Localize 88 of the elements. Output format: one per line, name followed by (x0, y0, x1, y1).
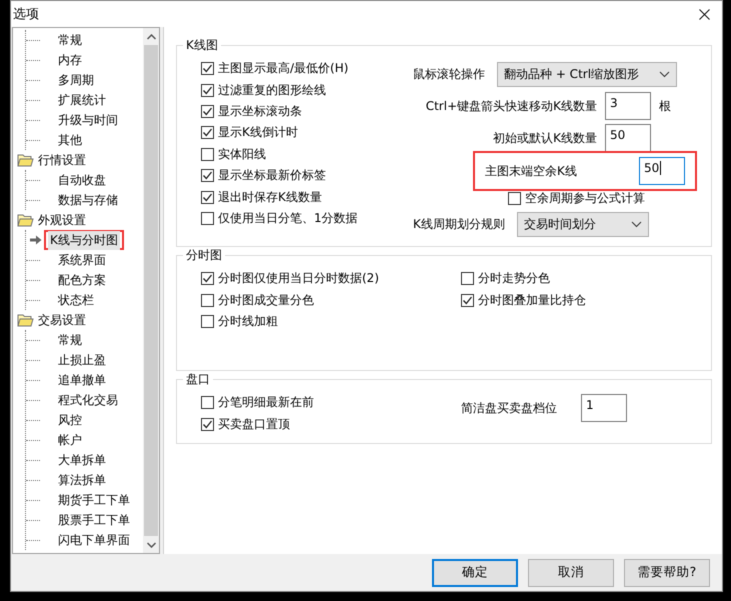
checkbox-label[interactable]: 实体阳线 (218, 146, 266, 163)
checkbox-label[interactable]: 显示坐标最新价标签 (218, 167, 326, 184)
setting-label: 鼠标滚轮操作 (413, 66, 485, 82)
checkbox-label[interactable]: 空余周期参与公式计算 (525, 190, 645, 206)
checkbox-label[interactable]: 显示K线倒计时 (218, 124, 298, 142)
tree-item[interactable]: 期货手工下单 (56, 490, 132, 510)
checkbox-label[interactable]: 过滤重复的图形绘线 (218, 82, 326, 99)
input-field[interactable]: 3 (605, 92, 651, 120)
tree-group[interactable]: 交易设置 (38, 312, 86, 328)
checkbox[interactable] (201, 418, 214, 431)
checkbox[interactable] (201, 169, 214, 182)
tree-item[interactable]: 升级与时间 (56, 110, 120, 130)
checkbox[interactable] (201, 126, 214, 140)
checkbox[interactable] (201, 104, 214, 118)
checkbox-label[interactable]: 分时图成交量分色 (218, 292, 314, 309)
checkbox[interactable] (201, 148, 214, 161)
tree-item[interactable]: 闪电下单界面 (56, 530, 132, 550)
folder-icon (17, 213, 34, 227)
checkbox-label[interactable]: 退出时保存K线数量 (218, 188, 322, 206)
chevron-down-icon (146, 542, 156, 548)
tree-item[interactable]: 内存 (56, 50, 84, 70)
tree-item[interactable]: K线与分时图 (48, 230, 120, 250)
group-title: 盘口 (183, 372, 213, 388)
tree-group[interactable]: 行情设置 (38, 152, 86, 168)
dialog-button[interactable]: 需要帮助? (624, 558, 710, 586)
checkbox[interactable] (461, 272, 474, 286)
dialog-button[interactable]: 取消 (528, 558, 614, 586)
group-title: K线图 (183, 38, 221, 53)
tree-item[interactable]: 追单撤单 (56, 370, 108, 390)
setting-label: 主图末端空余K线 (485, 162, 577, 180)
chevron-down-icon (659, 70, 670, 78)
tree-item[interactable]: 帐户 (56, 430, 84, 450)
input-field[interactable]: 1 (581, 394, 627, 422)
checkbox-label[interactable]: 主图显示最高/最低价(H) (218, 60, 348, 78)
unit-label: 根 (659, 98, 672, 114)
tree-item[interactable]: 配色方案 (56, 270, 108, 290)
tree-item[interactable]: 扩展统计 (56, 90, 108, 110)
dropdown[interactable]: 交易时间划分 (516, 212, 649, 236)
arrow-icon (30, 235, 42, 245)
setting-label: 简洁盘买卖盘档位 (461, 400, 557, 417)
tree-item[interactable]: 其他 (56, 130, 84, 150)
tree-item[interactable]: 程式化交易 (56, 390, 120, 410)
setting-label: Ctrl+键盘箭头快速移动K线数量 (426, 98, 597, 114)
tree-item[interactable]: 股票手工下单 (56, 510, 132, 530)
checkbox[interactable] (201, 314, 214, 328)
tree-item[interactable]: 自动收盘 (56, 170, 108, 190)
checkbox-label[interactable]: 分笔明细最新在前 (218, 394, 314, 412)
input-field[interactable]: 50 (605, 124, 651, 152)
tree-item[interactable]: 数据与存储 (56, 190, 120, 210)
close-icon (698, 8, 710, 20)
tree-item[interactable]: 多周期 (56, 70, 96, 90)
checkbox[interactable] (461, 294, 474, 307)
checkbox-label[interactable]: 分时图仅使用当日分时数据(2) (218, 270, 379, 288)
folder-icon (17, 153, 34, 167)
tree-item[interactable]: 常规 (56, 330, 84, 350)
chevron-down-icon (630, 220, 642, 228)
checkbox-label[interactable]: 分时图叠加量比持仓 (478, 292, 586, 309)
tree-item[interactable]: 大单拆单 (56, 450, 108, 470)
tree-item[interactable]: 止损止盈 (56, 350, 108, 370)
checkbox[interactable] (201, 294, 214, 307)
checkbox[interactable] (201, 212, 214, 225)
dropdown[interactable]: 翻动品种 + Ctrl缩放图形 (497, 62, 677, 86)
tree-item[interactable]: 系统界面 (56, 250, 108, 270)
checkbox-label[interactable]: 分时线加粗 (218, 312, 278, 330)
tree-item[interactable]: 状态栏 (56, 290, 96, 310)
checkbox-label[interactable]: 显示坐标滚动条 (218, 102, 302, 120)
tree-group[interactable]: 外观设置 (38, 212, 86, 228)
checkbox[interactable] (201, 84, 214, 97)
checkbox[interactable] (201, 272, 214, 286)
chevron-up-icon (146, 34, 156, 40)
window-title: 选项 (13, 6, 39, 23)
checkbox-label[interactable]: 仅使用当日分笔、1分数据 (218, 210, 358, 227)
setting-label: 初始或默认K线数量 (493, 130, 597, 146)
tree-item[interactable]: 风控 (56, 410, 84, 430)
tree-item[interactable]: 算法拆单 (56, 470, 108, 490)
checkbox[interactable] (201, 190, 214, 204)
tree-item[interactable]: 常规 (56, 30, 84, 50)
input-field[interactable]: 50 (639, 157, 685, 185)
setting-label: K线周期划分规则 (413, 216, 505, 232)
checkbox-label[interactable]: 分时走势分色 (478, 270, 550, 288)
checkbox-label[interactable]: 买卖盘口置顶 (218, 416, 290, 433)
scrollbar[interactable] (143, 28, 159, 553)
checkbox[interactable] (201, 62, 214, 76)
folder-icon (17, 313, 34, 327)
dialog-button[interactable]: 确定 (432, 558, 518, 586)
group-title: 分时图 (183, 248, 225, 263)
checkbox[interactable] (508, 192, 521, 204)
checkbox[interactable] (201, 396, 214, 410)
